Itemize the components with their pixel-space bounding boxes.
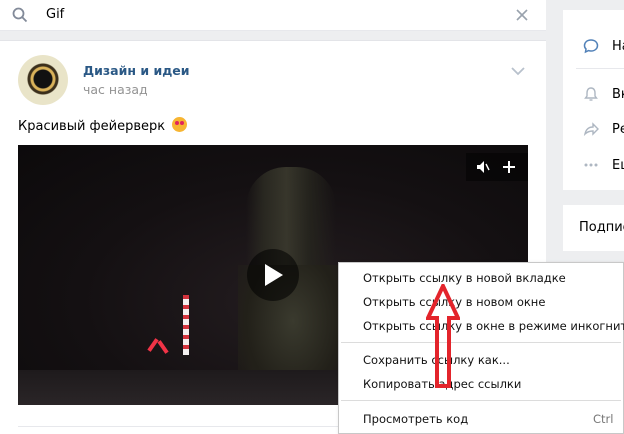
right-menu-item[interactable]: Ре: [612, 122, 624, 137]
annotation-arrow-icon: [426, 284, 460, 388]
search-icon: [12, 7, 28, 23]
post-text-label: Красивый фейерверк: [18, 119, 166, 134]
right-menu-item[interactable]: Еш: [612, 158, 624, 173]
share-icon[interactable]: [583, 121, 599, 137]
post-time[interactable]: час назад: [83, 82, 148, 97]
video-frame-tower: [183, 295, 189, 355]
add-icon[interactable]: [501, 159, 517, 175]
post-author[interactable]: Дизайн и идеи: [83, 63, 190, 78]
context-menu: Открыть ссылку в новой вкладке Открыть с…: [338, 262, 624, 434]
video-controls: [466, 153, 528, 181]
right-menu-item[interactable]: Вк: [612, 87, 624, 102]
play-button[interactable]: [247, 249, 299, 301]
video-frame-spark: [147, 338, 159, 352]
subscriptions-link[interactable]: Подписа: [579, 220, 624, 235]
video-frame-spark: [157, 340, 169, 354]
post-text: Красивый фейерверк: [18, 117, 188, 134]
menu-divider: [341, 400, 621, 401]
right-menu-divider: [576, 68, 624, 69]
volume-icon[interactable]: [476, 160, 490, 174]
menu-divider: [341, 342, 621, 343]
search-input[interactable]: Gif: [46, 7, 64, 22]
menu-item-open-new-tab[interactable]: Открыть ссылку в новой вкладке: [363, 271, 566, 285]
more-icon[interactable]: [583, 157, 599, 173]
chevron-down-icon[interactable]: [511, 66, 525, 76]
menu-shortcut: Ctrl: [593, 412, 614, 426]
bell-icon[interactable]: [583, 86, 599, 102]
heart-eyes-emoji-icon: [172, 117, 188, 132]
menu-item-open-incognito[interactable]: Открыть ссылку в окне в режиме инкогнито: [363, 319, 624, 333]
close-icon[interactable]: [515, 8, 529, 22]
search-bar[interactable]: Gif: [0, 0, 546, 31]
play-icon: [265, 264, 283, 286]
right-menu-item[interactable]: На: [612, 39, 624, 54]
avatar[interactable]: [18, 55, 68, 105]
menu-item-inspect[interactable]: Просмотреть код: [363, 412, 468, 426]
chat-bubble-icon[interactable]: [583, 38, 599, 54]
